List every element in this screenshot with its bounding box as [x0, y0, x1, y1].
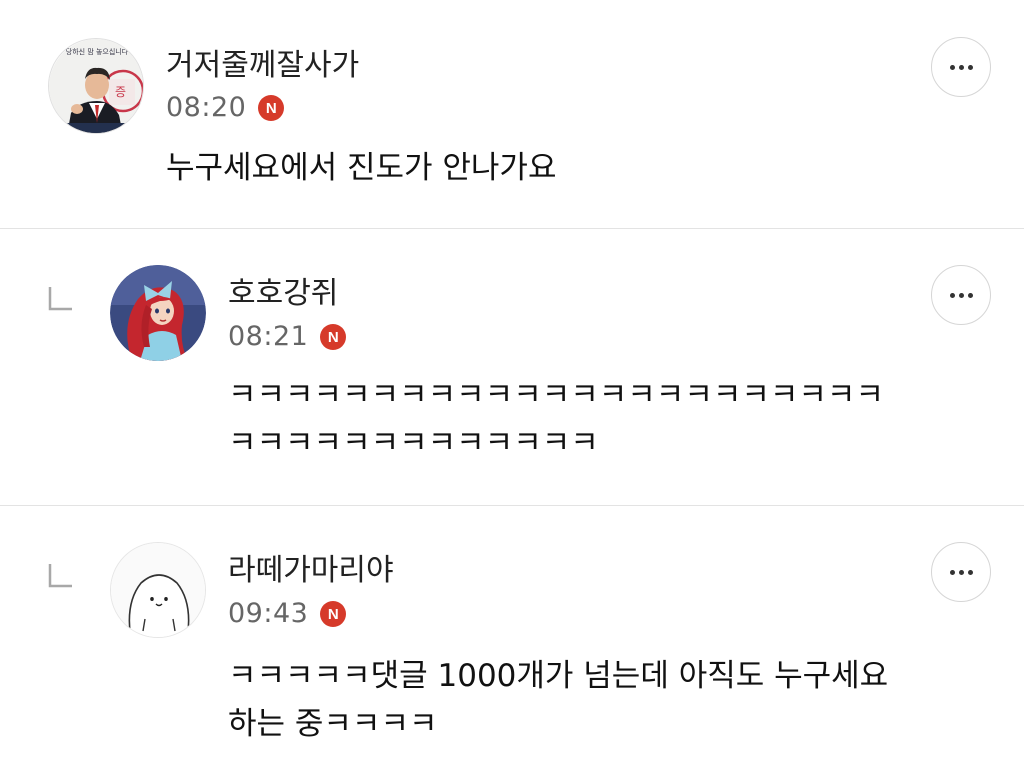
comment-line: ㅋㅋㅋㅋㅋ댓글 1000개가 넘는데 아직도 누구세요	[228, 658, 889, 694]
timestamp: 08:21	[228, 321, 309, 352]
comment-text: ㅋㅋㅋㅋㅋㅋㅋㅋㅋㅋㅋㅋㅋㅋㅋㅋㅋㅋㅋㅋㅋㅋㅋ ㅋㅋㅋㅋㅋㅋㅋㅋㅋㅋㅋㅋㅋ	[228, 371, 884, 467]
comment-reply-item: 호호강쥐 08:21 N ㅋㅋㅋㅋㅋㅋㅋㅋㅋㅋㅋㅋㅋㅋㅋㅋㅋㅋㅋㅋㅋㅋㅋ ㅋㅋㅋ…	[0, 229, 1024, 505]
comment-meta: 09:43 N	[228, 596, 347, 632]
comment-line: ㅋㅋㅋㅋㅋㅋㅋㅋㅋㅋㅋㅋㅋ	[228, 425, 599, 461]
more-options-button[interactable]	[931, 542, 991, 602]
comment-line: 하는 중ㅋㅋㅋㅋ	[228, 706, 438, 742]
mermaid-avatar	[110, 265, 206, 361]
new-badge-icon: N	[320, 324, 347, 350]
more-horizontal-icon	[949, 569, 973, 575]
timestamp: 09:43	[228, 598, 309, 629]
username[interactable]: 호호강쥐	[228, 276, 338, 312]
comment-meta: 08:21 N	[228, 319, 347, 355]
avatar-caption: 당하신 맘 놓으십니다	[65, 48, 129, 56]
comment-meta: 08:20 N	[166, 90, 285, 126]
more-options-button[interactable]	[931, 265, 991, 325]
round-character-avatar	[111, 543, 205, 637]
comment-item: 당하신 맘 놓으십니다 증 거저줄께잘사가 08:20 N 누구세요에서 진도가…	[0, 0, 1024, 228]
comment-reply-item: 라떼가마리야 09:43 N ㅋㅋㅋㅋㅋ댓글 1000개가 넘는데 아직도 누구…	[0, 506, 1024, 774]
timestamp: 08:20	[166, 92, 247, 123]
comment-text: 누구세요에서 진도가 안나가요	[166, 144, 556, 192]
avatar[interactable]: 당하신 맘 놓으십니다 증	[48, 38, 144, 134]
more-options-button[interactable]	[931, 37, 991, 97]
avatar[interactable]	[110, 542, 206, 638]
username[interactable]: 거저줄께잘사가	[166, 48, 359, 84]
new-badge-icon: N	[320, 601, 347, 627]
comment-line: 누구세요에서 진도가 안나가요	[166, 150, 557, 186]
avatar[interactable]	[110, 265, 206, 361]
more-horizontal-icon	[949, 64, 973, 70]
avatar-stamp-text: 증	[115, 85, 127, 99]
username[interactable]: 라떼가마리야	[228, 553, 394, 589]
reply-arrow-icon	[48, 564, 72, 588]
new-badge-icon: N	[258, 95, 285, 121]
reply-arrow-icon	[48, 287, 72, 311]
comment-line: ㅋㅋㅋㅋㅋㅋㅋㅋㅋㅋㅋㅋㅋㅋㅋㅋㅋㅋㅋㅋㅋㅋㅋ	[228, 377, 884, 413]
more-horizontal-icon	[949, 292, 973, 298]
comment-text: ㅋㅋㅋㅋㅋ댓글 1000개가 넘는데 아직도 누구세요 하는 중ㅋㅋㅋㅋ	[228, 652, 888, 748]
